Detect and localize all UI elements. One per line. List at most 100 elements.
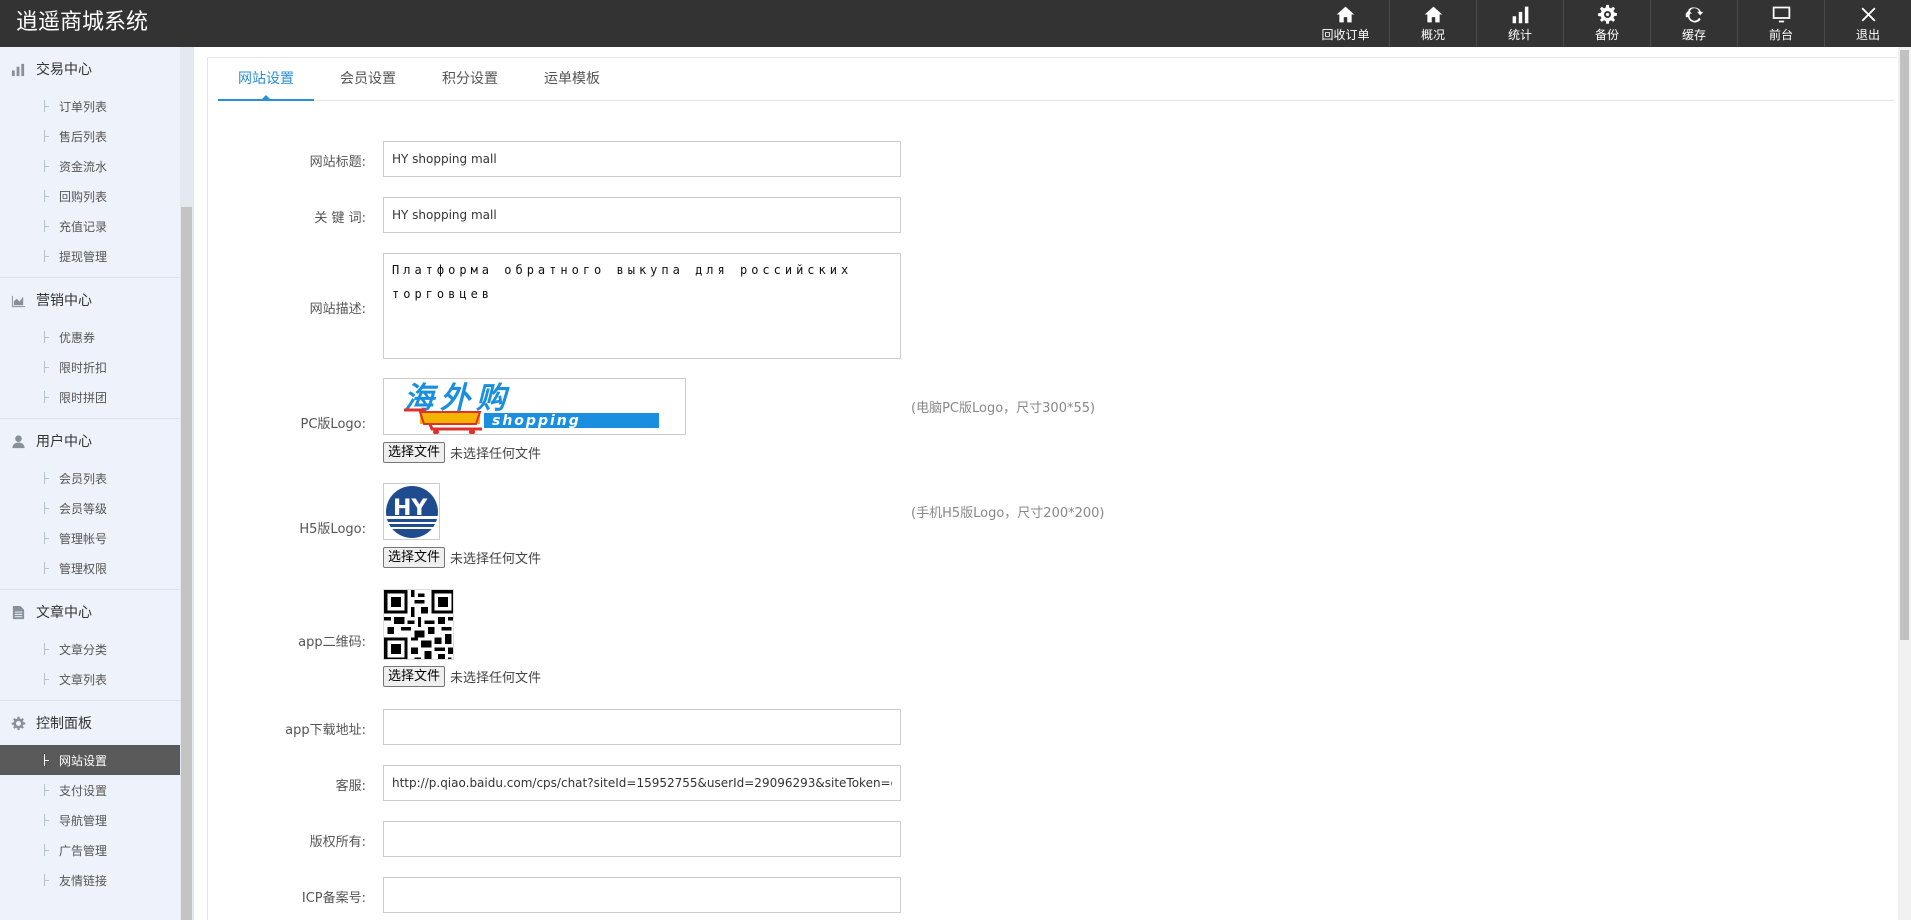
sidebar-group-title[interactable]: 营销中心 [0,278,180,322]
sidebar-item-orders[interactable]: 订单列表 [0,91,180,121]
bar-chart-icon [1509,3,1531,25]
sidebar-item-recharge[interactable]: 充值记录 [0,211,180,241]
tab-points-settings[interactable]: 积分设置 [422,58,518,101]
sidebar-item-label: 支付设置 [59,783,108,798]
site-title-input[interactable] [383,141,901,177]
sidebar-group-label: 营销中心 [36,293,92,309]
form-row-app-qr: app二维码: 选择文件 未选择任何文件 [208,589,1408,689]
pc-logo-choose-file-button[interactable]: 选择文件 [383,442,446,463]
topnav-cache[interactable]: 缓存 [1650,0,1737,47]
sidebar-item-label: 友情链接 [59,873,108,888]
icp-input[interactable] [383,877,901,913]
topnav-label: 缓存 [1681,28,1706,42]
sidebar-item-ads[interactable]: 广告管理 [0,835,180,865]
h5-logo-label: H5版Logo: [299,522,366,537]
sidebar-item-label: 文章分类 [59,642,108,657]
sidebar-item-permissions[interactable]: 管理权限 [0,553,180,583]
sidebar-group-label: 交易中心 [36,62,92,78]
app-url-input[interactable] [383,709,901,745]
sidebar-item-member-levels[interactable]: 会员等级 [0,493,180,523]
sidebar-item-label: 充值记录 [59,219,108,234]
sidebar-item-articles[interactable]: 文章列表 [0,664,180,694]
gear-icon [10,715,26,731]
home-icon [1335,3,1357,25]
sidebar-item-navigation[interactable]: 导航管理 [0,805,180,835]
topnav-logout[interactable]: 退出 [1824,0,1911,47]
page-scrollbar-thumb[interactable] [1900,50,1909,640]
sidebar-item-label: 会员列表 [59,471,108,486]
sidebar-item-label: 管理权限 [59,561,108,576]
sidebar-item-aftersale[interactable]: 售后列表 [0,121,180,151]
topnav-stats[interactable]: 统计 [1476,0,1563,47]
description-textarea[interactable]: Платформа обратного выкупа для российски… [383,253,901,359]
sidebar-scrollbar-thumb[interactable] [181,207,192,920]
form-row-app-url: app下载地址: [208,709,1408,745]
sidebar-item-label: 回购列表 [59,189,108,204]
sidebar-item-funds[interactable]: 资金流水 [0,151,180,181]
keywords-input[interactable] [383,197,901,233]
sidebar-item-group-buy[interactable]: 限时拼团 [0,382,180,412]
gear-icon [1596,3,1618,25]
sidebar-group-title[interactable]: 控制面板 [0,701,180,745]
form-row-h5-logo: H5版Logo: HY (手机H5版Logo，尺寸200*200) 选择文件 未… [208,483,1408,573]
service-input[interactable] [383,765,901,801]
h5-logo-choose-file-button[interactable]: 选择文件 [383,547,446,568]
pc-logo-subtext: shopping [492,413,581,429]
sidebar-item-label: 管理帐号 [59,531,108,546]
sidebar-item-coupons[interactable]: 优惠券 [0,322,180,352]
sidebar-group-articles: 文章中心 文章分类 文章列表 [0,590,193,701]
sidebar-item-payment[interactable]: 支付设置 [0,775,180,805]
site-title-label: 网站标题: [309,155,366,170]
sidebar-item-buyback[interactable]: 回购列表 [0,181,180,211]
app-qr-choose-file-button[interactable]: 选择文件 [383,666,446,687]
service-label: 客服: [335,779,366,794]
sidebar-item-flash-discount[interactable]: 限时折扣 [0,352,180,382]
tab-site-settings[interactable]: 网站设置 [218,58,314,101]
sidebar-item-label: 订单列表 [59,99,108,114]
description-label: 网站描述: [309,302,366,317]
monitor-icon [1770,3,1792,25]
topnav-frontend[interactable]: 前台 [1737,0,1824,47]
home-icon [1422,3,1444,25]
topnav-label: 概况 [1420,28,1445,42]
user-icon [10,433,26,449]
sidebar-item-friend-links[interactable]: 友情链接 [0,865,180,895]
keywords-label: 关 键 词: [314,211,366,226]
form-row-description: 网站描述: Платформа обратного выкупа для рос… [208,253,1408,359]
h5-logo-text: HY [393,496,428,521]
sidebar-item-article-categories[interactable]: 文章分类 [0,634,180,664]
sidebar-group-title[interactable]: 文章中心 [0,590,180,634]
pc-logo-image: 海外购 shopping [383,378,686,435]
topnav-recycle-orders[interactable]: 回收订单 [1302,0,1389,47]
copyright-input[interactable] [383,821,901,857]
form-row-service: 客服: [208,765,1408,801]
copyright-label: 版权所有: [309,835,366,850]
sidebar-group-control: 控制面板 网站设置 支付设置 导航管理 广告管理 友情链接 [0,701,193,895]
app-qr-image [383,589,454,660]
sidebar-item-label: 限时拼团 [59,390,108,405]
topnav-label: 前台 [1768,28,1793,42]
sidebar-group-title[interactable]: 用户中心 [0,419,180,463]
sidebar-item-admin-accounts[interactable]: 管理帐号 [0,523,180,553]
pc-logo-file-picker: 选择文件 未选择任何文件 [383,442,541,463]
sidebar-item-members[interactable]: 会员列表 [0,463,180,493]
tab-member-settings[interactable]: 会员设置 [320,58,416,101]
refresh-icon [1683,3,1705,25]
sidebar-item-label: 广告管理 [59,843,108,858]
sidebar-item-label: 网站设置 [59,753,108,768]
topnav-backup[interactable]: 备份 [1563,0,1650,47]
form-row-pc-logo: PC版Logo: 海外购 shopping (电脑PC版Logo，尺寸300*5… [208,378,1408,468]
sidebar-item-withdraw[interactable]: 提现管理 [0,241,180,271]
tab-waybill-template[interactable]: 运单模板 [524,58,620,101]
topnav-overview[interactable]: 概况 [1389,0,1476,47]
topnav-label: 退出 [1855,28,1880,42]
sidebar-item-site-settings[interactable]: 网站设置 [0,745,180,775]
sidebar-item-label: 会员等级 [59,501,108,516]
app-qr-label: app二维码: [298,635,366,650]
sidebar-group-label: 控制面板 [36,716,92,732]
form-row-keywords: 关 键 词: [208,197,1408,233]
sidebar-group-title[interactable]: 交易中心 [0,47,180,91]
topnav-label: 统计 [1507,28,1532,42]
pc-logo-hint: (电脑PC版Logo，尺寸300*55) [911,401,1096,416]
document-icon [10,604,26,620]
